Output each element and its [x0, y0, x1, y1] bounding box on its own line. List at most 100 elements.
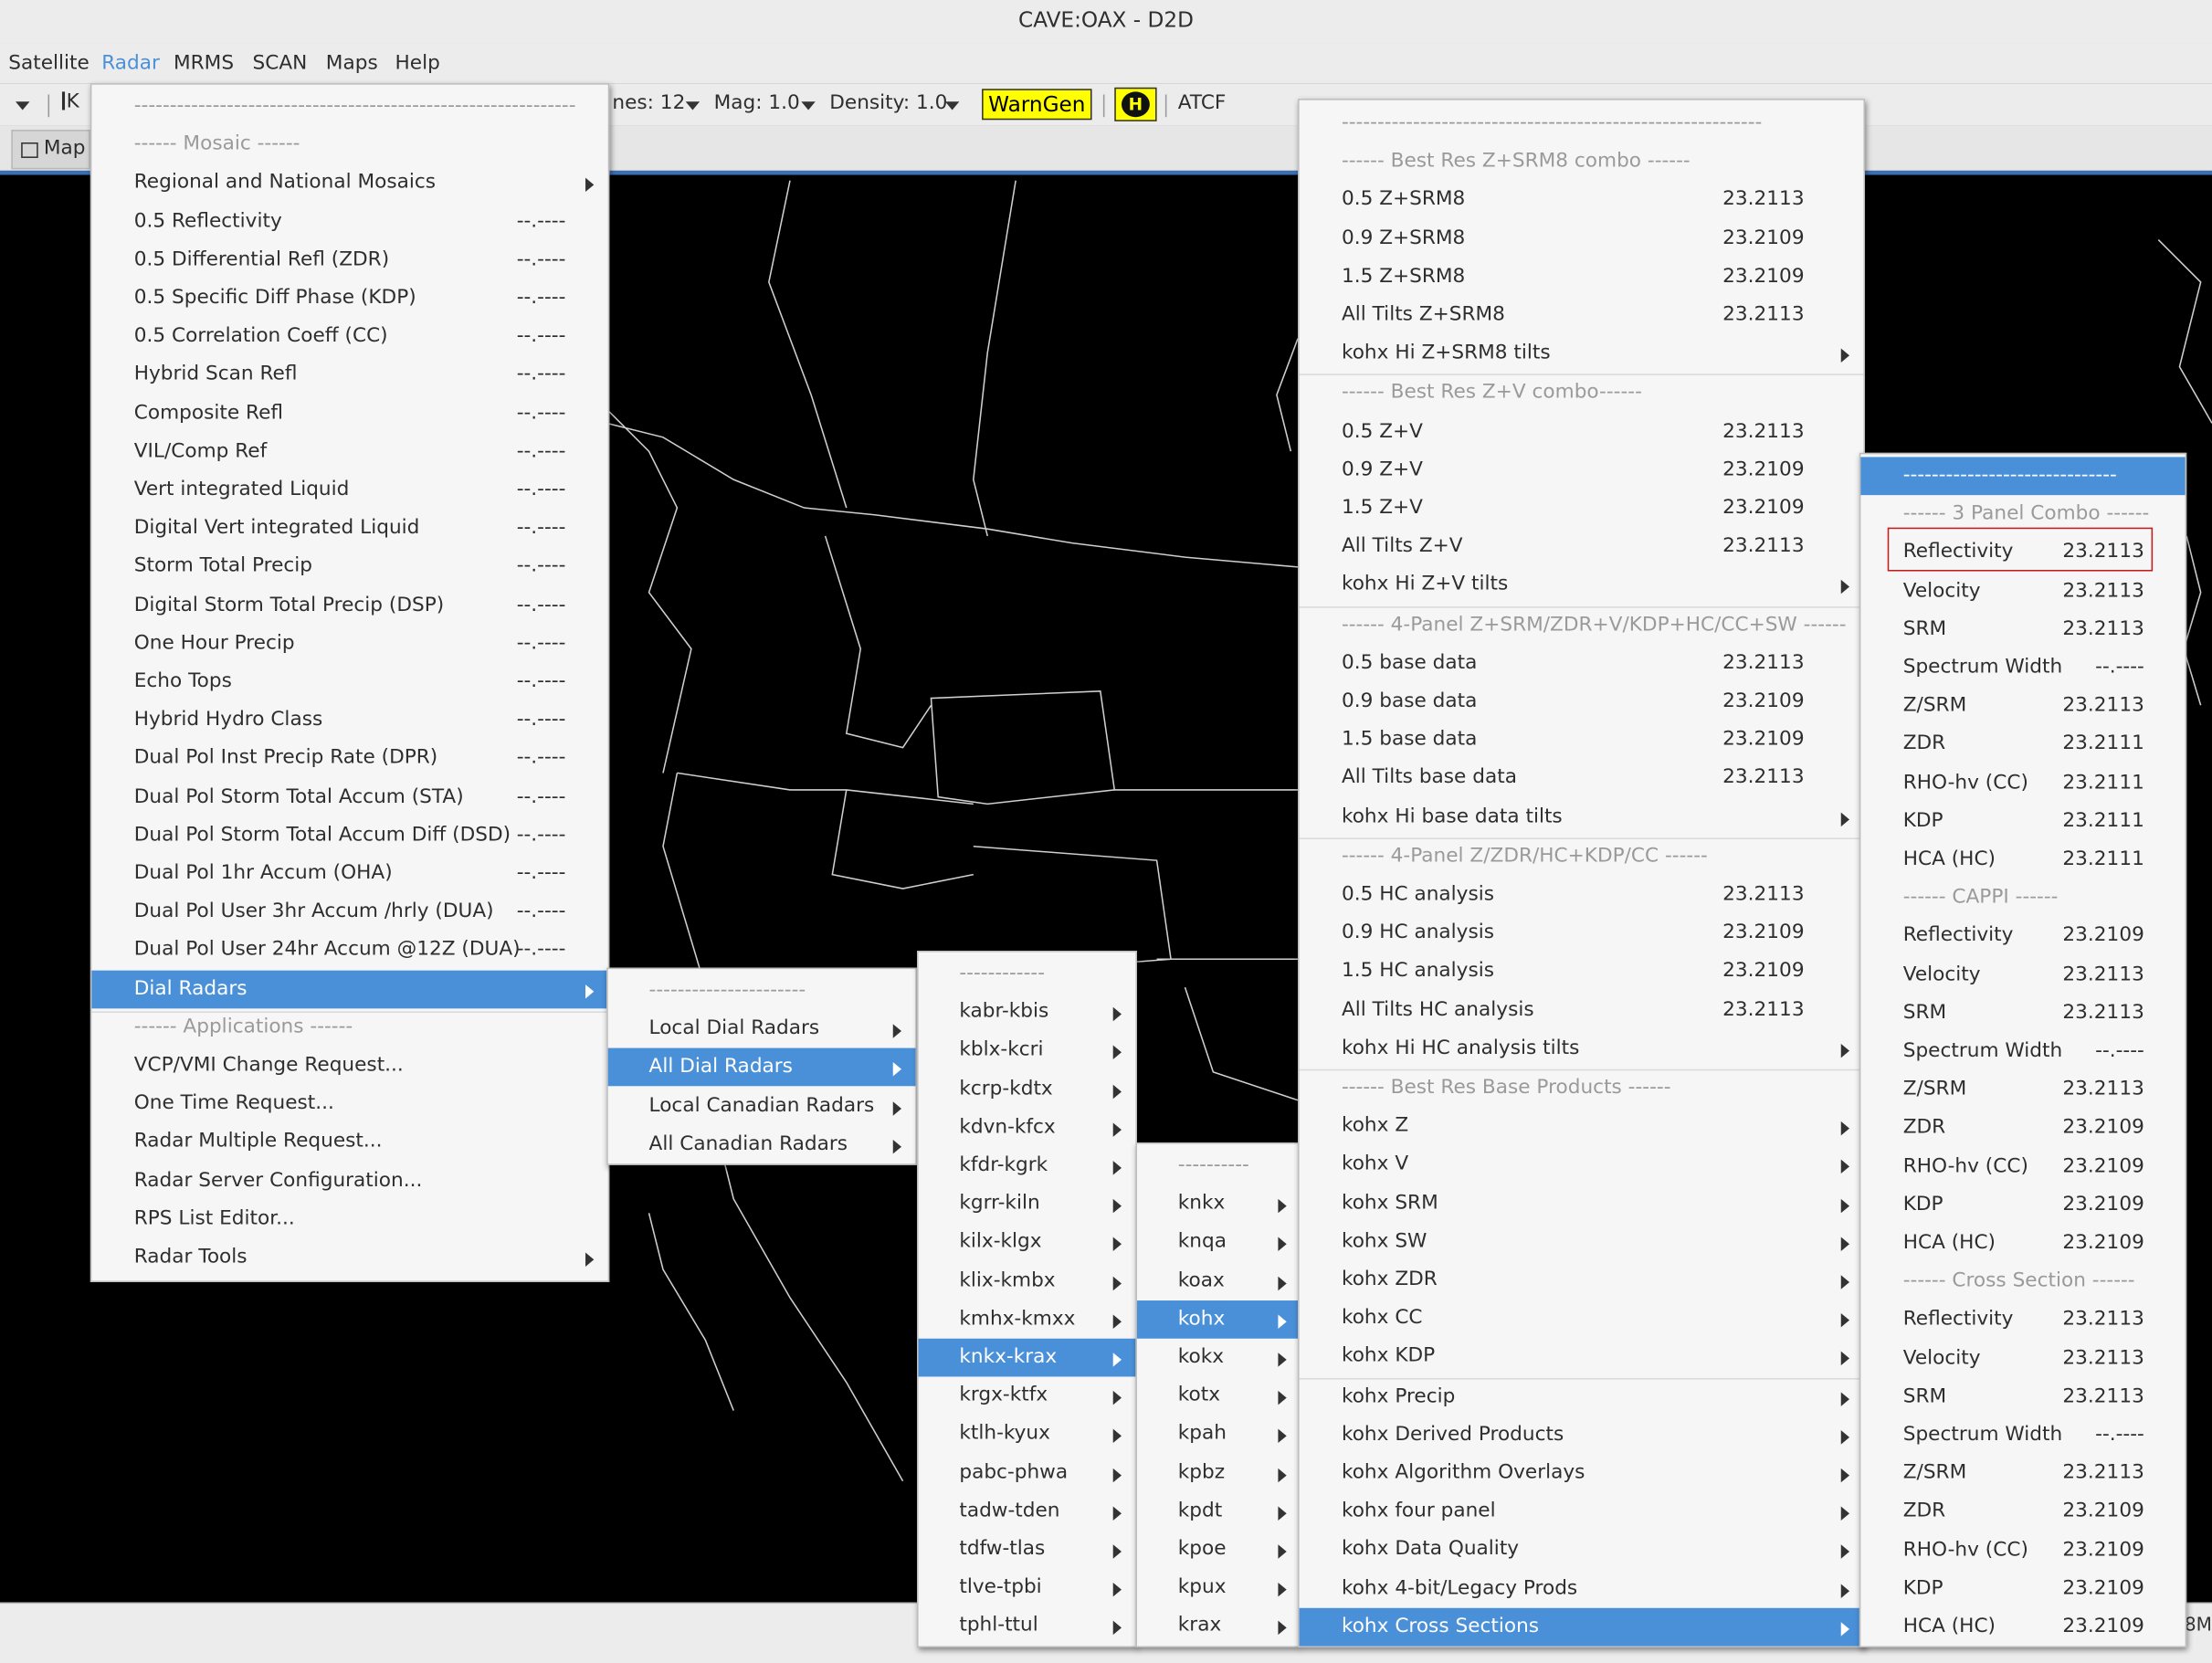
cross-menu-item[interactable]: HCA (HC) 23.2109 [1860, 1225, 2185, 1263]
cross-menu-item[interactable]: RHO-hv (CC) 23.2111 [1860, 764, 2185, 803]
first-frame-icon[interactable]: K [61, 90, 79, 113]
ranges-menu-item[interactable]: tadw-tden [919, 1492, 1136, 1531]
cross-menu-item[interactable]: SRM 23.2113 [1860, 1378, 2185, 1416]
radar-menu-item[interactable]: Radar Server Configuration... [91, 1162, 607, 1200]
kohx-menu-item[interactable]: kohx Hi base data tilts [1300, 798, 1864, 837]
menu-help[interactable]: Help [395, 52, 439, 75]
menu-mrms[interactable]: MRMS [174, 52, 234, 75]
density-dropdown-icon[interactable] [944, 101, 960, 111]
radar-menu-item[interactable]: Digital Storm Total Precip (DSP) --.---- [91, 586, 607, 625]
kohx-menu-item[interactable]: 0.9 base data 23.2109 [1300, 683, 1864, 721]
radar-menu-item[interactable]: Dual Pol Inst Precip Rate (DPR) --.---- [91, 740, 607, 778]
radar-menu-item[interactable]: RPS List Editor... [91, 1200, 607, 1238]
kohx-menu-item[interactable]: 0.5 base data 23.2113 [1300, 645, 1864, 683]
cross-menu-item[interactable]: Z/SRM 23.2113 [1860, 1071, 2185, 1110]
kohx-menu-item[interactable]: 0.5 Z+V 23.2113 [1300, 413, 1864, 451]
ranges-menu-item[interactable]: kblx-kcri [919, 1032, 1136, 1070]
kohx-menu-item[interactable]: kohx KDP [1300, 1338, 1864, 1376]
dial-menu-item[interactable]: All Dial Radars [607, 1048, 916, 1087]
radar-menu-item[interactable]: Dual Pol Storm Total Accum (STA) --.---- [91, 778, 607, 816]
sites-menu-item[interactable]: krax [1137, 1607, 1298, 1646]
ranges-menu-item[interactable]: pabc-phwa [919, 1454, 1136, 1492]
kohx-menu-item[interactable]: 1.5 HC analysis 23.2109 [1300, 953, 1864, 991]
menu-satellite[interactable]: Satellite [8, 52, 90, 75]
radar-menu-item[interactable]: Regional and National Mosaics [91, 164, 607, 203]
radar-menu-item[interactable]: VCP/VMI Change Request... [91, 1047, 607, 1085]
cross-menu-item[interactable]: Velocity 23.2113 [1860, 572, 2185, 610]
ranges-menu-item[interactable]: tphl-ttul [919, 1607, 1136, 1646]
ranges-menu-item[interactable]: kdvn-kfcx [919, 1109, 1136, 1147]
ranges-menu-item[interactable]: kcrp-kdtx [919, 1070, 1136, 1109]
cross-menu-item[interactable]: HCA (HC) 23.2111 [1860, 841, 2185, 879]
sites-menu-item[interactable]: kpux [1137, 1569, 1298, 1607]
radar-menu-item[interactable]: One Time Request... [91, 1085, 607, 1123]
menu-radar[interactable]: Radar [101, 52, 160, 75]
dial-menu-item[interactable]: All Canadian Radars [608, 1125, 916, 1163]
cross-menu-item[interactable]: Spectrum Width --.---- [1860, 1416, 2185, 1455]
cross-menu-item[interactable]: Velocity 23.2113 [1860, 1340, 2185, 1378]
ranges-menu-item[interactable]: tdfw-tlas [919, 1531, 1136, 1569]
cross-menu-item[interactable]: KDP 23.2109 [1860, 1186, 2185, 1225]
kohx-menu-item[interactable]: kohx four panel [1300, 1492, 1864, 1531]
cross-menu-item[interactable]: ZDR 23.2109 [1860, 1493, 2185, 1531]
tab-map[interactable]: Map [11, 130, 90, 170]
radar-menu-item[interactable]: VIL/Comp Ref --.---- [91, 433, 607, 471]
ranges-menu-item[interactable]: kilx-klgx [919, 1224, 1136, 1262]
radar-menu-item[interactable]: Dual Pol 1hr Accum (OHA) --.---- [91, 855, 607, 893]
cross-menu-item[interactable]: KDP 23.2111 [1860, 803, 2185, 841]
kohx-menu-item[interactable]: kohx Hi HC analysis tilts [1300, 1029, 1864, 1068]
dial-menu-item[interactable]: Local Dial Radars [608, 1010, 916, 1048]
sites-menu-item[interactable]: knqa [1137, 1224, 1298, 1262]
radar-menu-item[interactable]: Dial Radars [91, 970, 608, 1008]
kohx-menu-item[interactable]: kohx Hi Z+V tilts [1300, 566, 1864, 605]
dial-menu-item[interactable]: Local Canadian Radars [608, 1087, 916, 1125]
kohx-menu-item[interactable]: 0.9 HC analysis 23.2109 [1300, 914, 1864, 953]
kohx-menu-item[interactable]: kohx V [1300, 1146, 1864, 1184]
atcf-button[interactable]: ATCF [1178, 91, 1227, 114]
radar-menu-item[interactable]: Echo Tops --.---- [91, 663, 607, 701]
kohx-menu-item[interactable]: kohx SRM [1300, 1184, 1864, 1223]
cross-menu-item[interactable]: Velocity 23.2113 [1860, 956, 2185, 995]
ranges-menu-item[interactable]: tlve-tpbi [919, 1569, 1136, 1607]
radar-menu-item[interactable]: Vert integrated Liquid --.---- [91, 471, 607, 510]
kohx-menu-item[interactable]: 0.5 HC analysis 23.2113 [1300, 876, 1864, 914]
cross-menu-item[interactable]: KDP 23.2109 [1860, 1570, 2185, 1608]
kohx-menu-item[interactable]: All Tilts Z+V 23.2113 [1300, 528, 1864, 566]
radar-menu-item[interactable]: Radar Tools [91, 1238, 607, 1277]
radar-menu-item[interactable]: 0.5 Correlation Coeff (CC) --.---- [91, 318, 607, 356]
cross-menu-item[interactable]: SRM 23.2113 [1860, 995, 2185, 1033]
cross-menu-item[interactable]: HCA (HC) 23.2109 [1860, 1608, 2185, 1647]
menu-scan[interactable]: SCAN [252, 52, 307, 75]
mag-dropdown-icon[interactable] [801, 101, 816, 111]
ranges-menu-item[interactable]: kfdr-kgrk [919, 1147, 1136, 1185]
hydro-button[interactable]: H [1114, 87, 1157, 121]
kohx-menu-item[interactable]: kohx CC [1300, 1300, 1864, 1338]
radar-menu-item[interactable]: Dual Pol User 3hr Accum /hrly (DUA) --.--… [91, 893, 607, 931]
radar-menu-item[interactable]: Digital Vert integrated Liquid --.---- [91, 510, 607, 548]
warngen-button[interactable]: WarnGen [982, 89, 1092, 121]
kohx-menu-item[interactable]: kohx Derived Products [1300, 1416, 1864, 1454]
cross-menu-item[interactable]: Reflectivity 23.2109 [1860, 918, 2185, 956]
kohx-menu-item[interactable]: 1.5 Z+SRM8 23.2109 [1300, 258, 1864, 296]
radar-menu-item[interactable]: Dual Pol Storm Total Accum Diff (DSD) --.… [91, 816, 607, 855]
kohx-menu-item[interactable]: kohx Hi Z+SRM8 tilts [1300, 334, 1864, 373]
cross-menu-item[interactable]: ZDR 23.2111 [1860, 725, 2185, 763]
ranges-menu-item[interactable]: klix-kmbx [919, 1262, 1136, 1300]
sites-menu-item[interactable]: knkx [1137, 1185, 1298, 1224]
cross-menu-item[interactable]: Z/SRM 23.2113 [1860, 1455, 2185, 1493]
radar-menu-item[interactable]: Storm Total Precip --.---- [91, 548, 607, 586]
kohx-menu-item[interactable]: All Tilts base data 23.2113 [1300, 760, 1864, 798]
cross-menu-item[interactable]: Reflectivity 23.2113 [1860, 1301, 2185, 1340]
kohx-menu-item[interactable]: kohx Algorithm Overlays [1300, 1454, 1864, 1492]
kohx-menu-item[interactable]: kohx ZDR [1300, 1261, 1864, 1300]
kohx-menu-item[interactable]: 0.5 Z+SRM8 23.2113 [1300, 181, 1864, 219]
cross-menu-item[interactable]: ZDR 23.2109 [1860, 1110, 2185, 1148]
menu-maps[interactable]: Maps [326, 52, 378, 75]
radar-menu-item[interactable]: Dual Pol User 24hr Accum @12Z (DUA) --.--… [91, 931, 607, 970]
density-label[interactable]: Density: 1.0 [829, 91, 947, 114]
radar-menu-item[interactable]: Radar Multiple Request... [91, 1123, 607, 1162]
kohx-menu-item[interactable]: All Tilts Z+SRM8 23.2113 [1300, 296, 1864, 334]
kohx-menu-item[interactable]: 1.5 base data 23.2109 [1300, 721, 1864, 760]
ranges-menu-item[interactable]: knkx-krax [918, 1338, 1136, 1377]
kohx-menu-item[interactable]: kohx Cross Sections [1299, 1607, 1864, 1647]
